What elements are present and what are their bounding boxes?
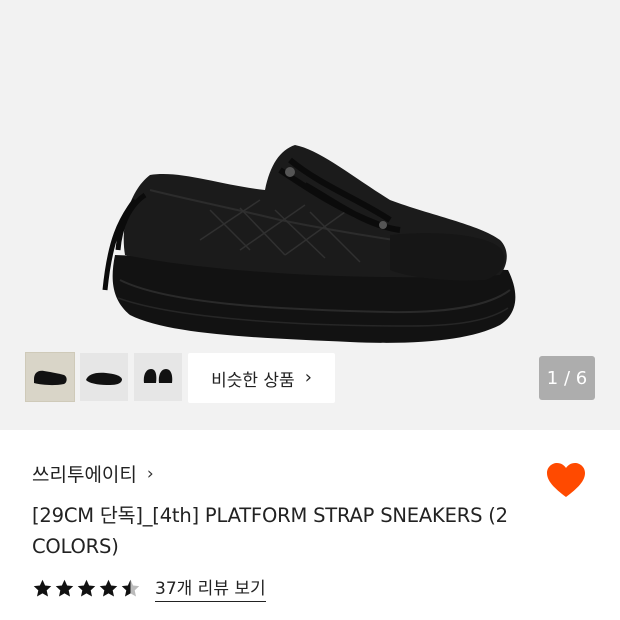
similar-products-label: 비슷한 상품 <box>211 370 295 391</box>
star-full-icon <box>55 579 74 596</box>
chevron-right-icon: › <box>304 367 312 388</box>
star-full-icon <box>33 579 52 596</box>
product-title: [29CM 단독]_[4th] PLATFORM STRAP SNEAKERS … <box>32 504 508 558</box>
thumbnail-2[interactable] <box>80 353 128 401</box>
shoe-side-thumbnail-icon <box>34 370 67 386</box>
product-info: 쓰리투에이티 › [29CM 단독]_[4th] PLATFORM STRAP … <box>0 430 620 620</box>
chevron-right-icon: › <box>146 463 154 484</box>
brand-link[interactable]: 쓰리투에이티 › <box>32 460 154 487</box>
product-main-image <box>102 145 516 343</box>
shoe-front-thumbnail-icon <box>143 369 173 383</box>
similar-products-button[interactable]: 비슷한 상품 › <box>188 353 335 403</box>
star-half-icon <box>121 579 140 596</box>
wishlist-heart-icon[interactable] <box>544 460 588 500</box>
image-counter: 1 / 6 <box>539 356 595 400</box>
star-full-icon <box>77 579 96 596</box>
thumbnail-1[interactable] <box>25 352 75 402</box>
review-link[interactable]: 37개 리뷰 보기 <box>155 574 266 602</box>
thumbnail-3[interactable] <box>134 353 182 401</box>
thumbnail-strip <box>25 352 182 402</box>
shoe-angle-thumbnail-icon <box>86 372 122 385</box>
brand-name: 쓰리투에이티 <box>32 464 137 486</box>
star-full-icon <box>99 579 118 596</box>
star-rating <box>32 578 141 599</box>
rating-row: 37개 리뷰 보기 <box>32 574 266 602</box>
product-image-gallery[interactable]: 비슷한 상품 › 1 / 6 <box>0 0 620 430</box>
